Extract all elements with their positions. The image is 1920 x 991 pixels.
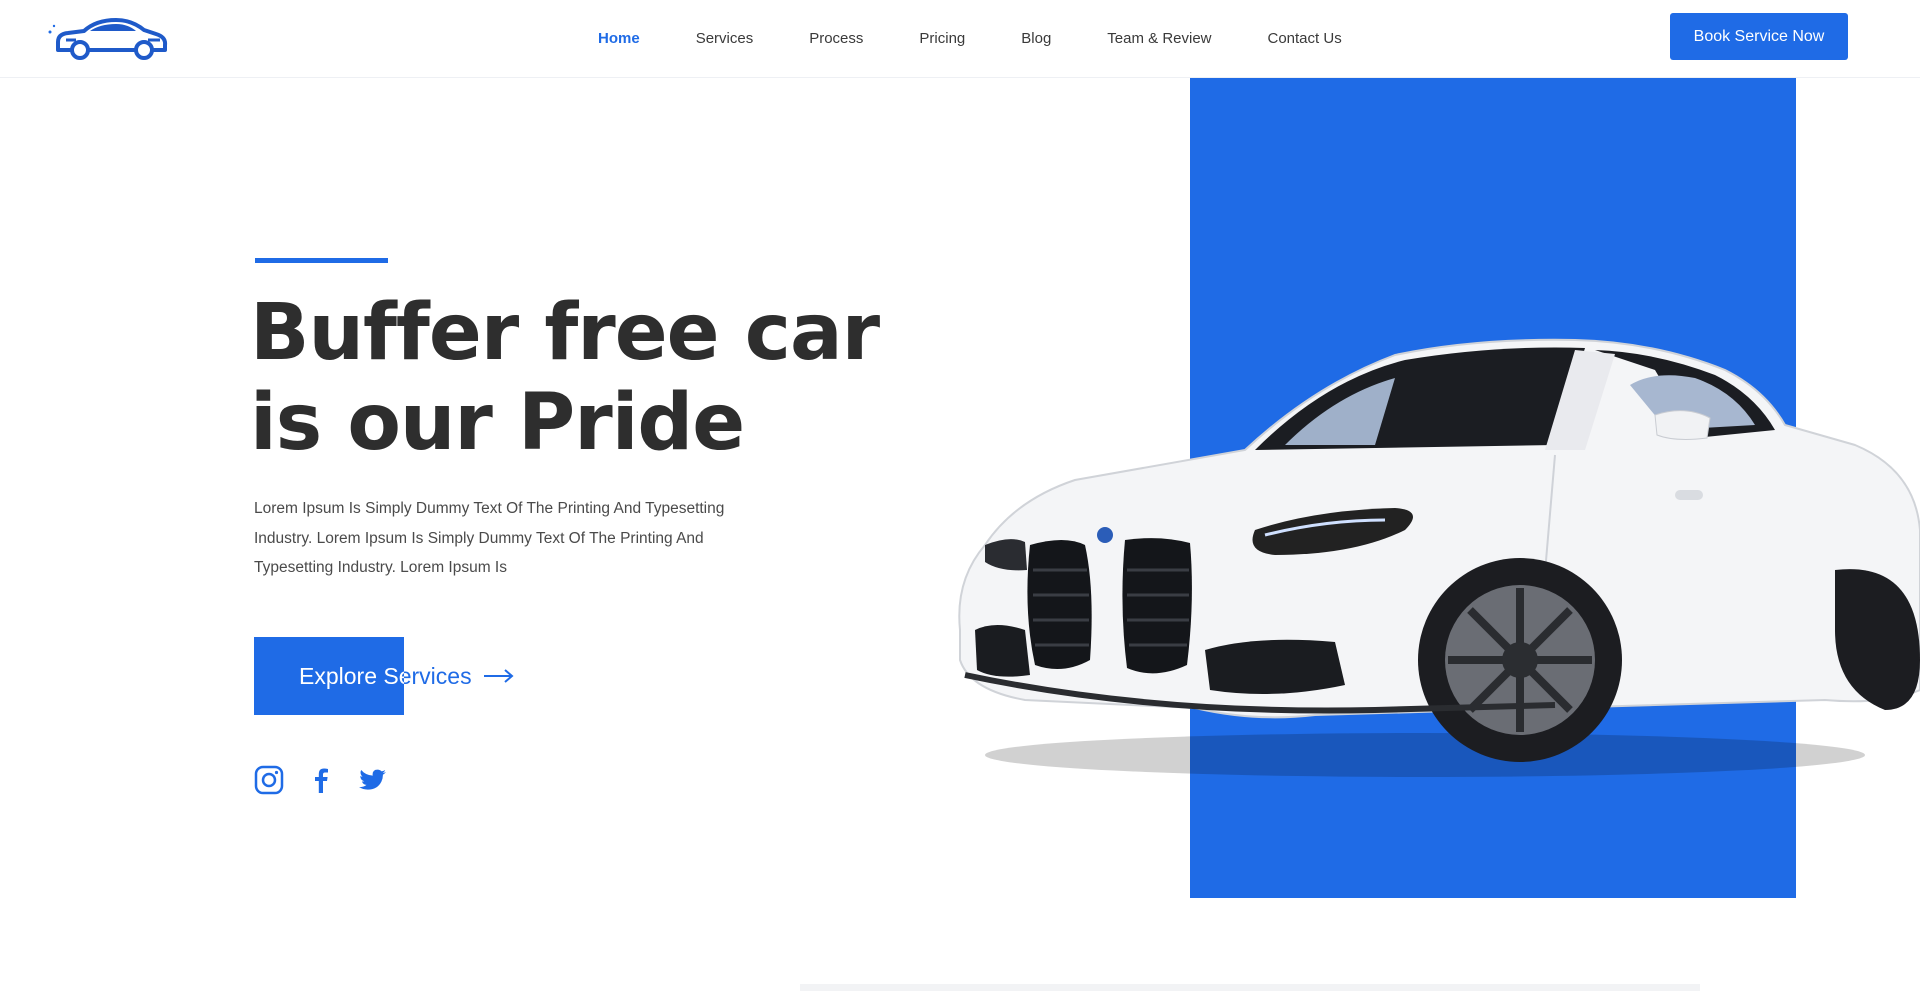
nav-contact[interactable]: Contact Us [1240, 30, 1370, 47]
hero-title-line-2: is our Pride [250, 378, 745, 468]
hero-description: Lorem Ipsum Is Simply Dummy Text Of The … [254, 494, 794, 583]
twitter-icon[interactable] [358, 765, 388, 795]
nav-services[interactable]: Services [668, 30, 782, 47]
nav-process[interactable]: Process [781, 30, 891, 47]
accent-line [255, 258, 388, 263]
explore-services-wrapper: Explore Services Explore Services [254, 637, 514, 715]
explore-services-label-overlay: Explore Services [299, 662, 404, 689]
nav-team-review[interactable]: Team & Review [1079, 30, 1239, 47]
hero-description-line-2: Industry. Lorem Ipsum Is Simply Dummy Te… [254, 529, 704, 547]
hero-description-line-3: Typesetting Industry. Lorem Ipsum Is [254, 559, 507, 576]
section-divider [800, 984, 1700, 991]
hero-title: Buffer free car is our Pride [250, 288, 890, 468]
car-image [958, 338, 1920, 777]
hero-title-line-1: Buffer free car [250, 288, 880, 378]
nav-home[interactable]: Home [570, 30, 668, 47]
instagram-icon[interactable] [254, 765, 284, 795]
nav-pricing[interactable]: Pricing [891, 30, 993, 47]
main-nav: Home Services Process Pricing Blog Team … [570, 0, 1370, 76]
facebook-icon[interactable] [306, 765, 336, 795]
hero-description-line-1: Lorem Ipsum Is Simply Dummy Text Of The … [254, 500, 725, 517]
top-navbar: Home Services Process Pricing Blog Team … [0, 0, 1920, 78]
social-links [254, 765, 388, 795]
nav-blog[interactable]: Blog [993, 30, 1079, 47]
explore-services-label-wrap: Explore Services Explore Services [299, 663, 472, 690]
car-logo-icon[interactable] [44, 12, 170, 60]
book-service-button[interactable]: Book Service Now [1670, 13, 1848, 60]
explore-services-button[interactable]: Explore Services Explore Services [254, 637, 514, 715]
arrow-right-icon [483, 669, 514, 683]
